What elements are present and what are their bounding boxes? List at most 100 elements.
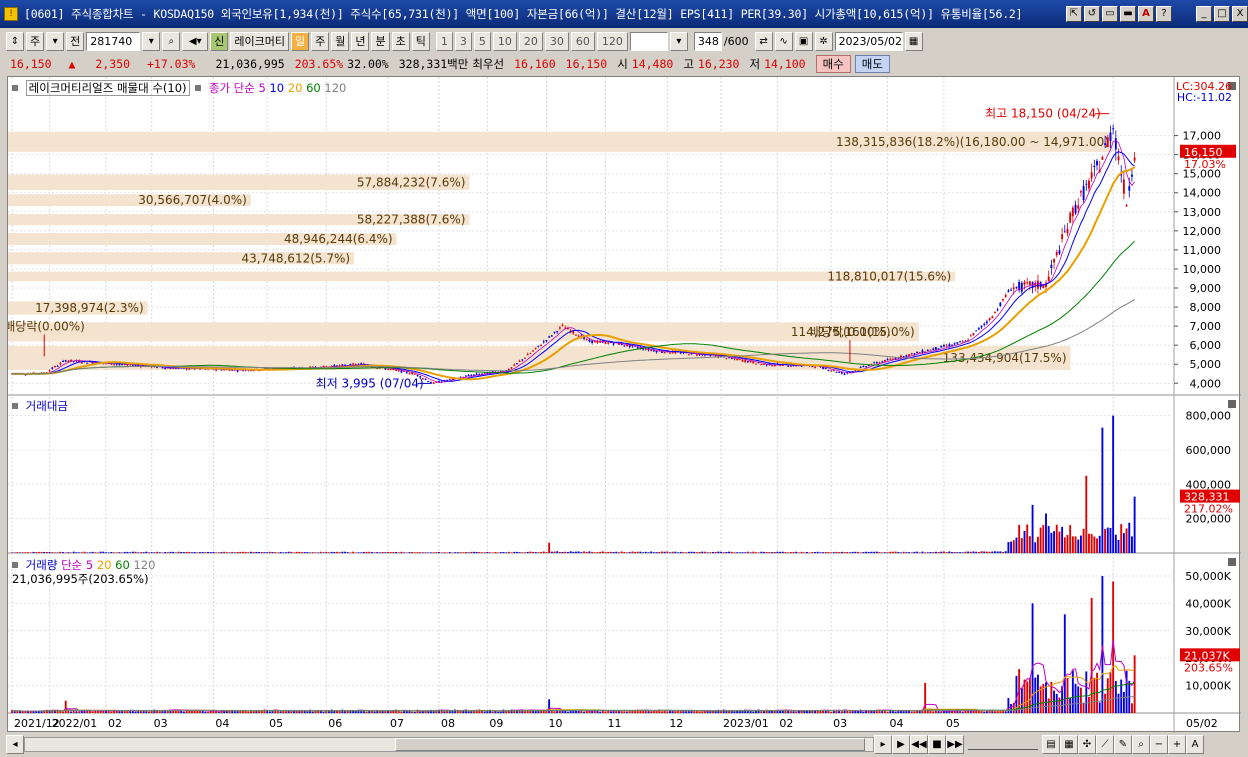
interval-10[interactable]: 10 <box>492 31 517 51</box>
pin-icon[interactable]: ⇕ <box>6 31 24 51</box>
amount-bar <box>832 552 835 553</box>
amount-bar <box>650 551 653 553</box>
amount-bar <box>225 552 228 553</box>
interval-60[interactable]: 60 <box>570 31 595 51</box>
amount-bar <box>62 552 64 553</box>
amount-bar <box>290 551 293 553</box>
period-week[interactable]: 주 <box>311 31 330 51</box>
indicator-icon[interactable]: ∿ <box>774 31 793 51</box>
link-icon[interactable]: ⇱ <box>1066 6 1082 22</box>
interval-20[interactable]: 20 <box>518 31 543 51</box>
interval-1[interactable]: 1 <box>435 31 453 51</box>
interval-5[interactable]: 5 <box>473 31 491 51</box>
amount-bar <box>199 552 201 553</box>
dropdown-arrow-icon[interactable]: ▾ <box>669 31 688 51</box>
volume-bar <box>1117 693 1120 713</box>
panel-menu-icon[interactable] <box>12 403 18 409</box>
calendar-icon[interactable]: ▦ <box>904 31 923 51</box>
zoom-out-icon[interactable]: − <box>1150 734 1168 754</box>
scroll-right-icon[interactable]: ▸ <box>874 734 892 754</box>
amount-bar <box>985 551 988 553</box>
speaker-icon[interactable]: ◀▾ <box>182 31 209 51</box>
prev-button[interactable]: 전 <box>66 31 85 51</box>
magnify-icon[interactable]: ⌕ <box>1132 734 1150 754</box>
interval-3[interactable]: 3 <box>454 31 472 51</box>
amount-bar <box>663 551 666 553</box>
period-year[interactable]: 년 <box>351 31 370 51</box>
period-tick[interactable]: 틱 <box>411 31 430 51</box>
compare-icon[interactable]: ⇄ <box>754 31 773 51</box>
candle-body <box>975 330 978 332</box>
period-minute[interactable]: 분 <box>371 31 390 51</box>
stock-type-select[interactable]: 주 <box>26 31 45 51</box>
layout-icon[interactable]: ▤ <box>1042 734 1060 754</box>
candle-body <box>435 381 438 383</box>
scroll-left-icon[interactable]: ◂ <box>6 734 24 754</box>
candle-body <box>604 341 607 344</box>
settings-icon[interactable]: ✲ <box>814 31 833 51</box>
minimize-button[interactable]: _ <box>1196 6 1212 22</box>
candle-body <box>910 353 913 355</box>
new-label[interactable]: 신 <box>210 31 229 51</box>
speed-slider[interactable] <box>968 738 1038 750</box>
trendline-icon[interactable]: ⟋ <box>1096 734 1114 754</box>
stock-chart[interactable]: 2021/122022/01 02 03 04 05 06 07 08 09 10 11 12 2023… <box>8 77 1241 733</box>
amount-bar <box>37 551 40 553</box>
scroll-thumb[interactable] <box>395 737 865 751</box>
volume-bar <box>1122 691 1125 713</box>
chart-area[interactable]: 2021/12 2022/01 02 03 04 05 06 07 08 09 10 11 12 2023… <box>7 76 1241 733</box>
maximize-button[interactable]: □ <box>1214 6 1230 22</box>
panel-menu-icon[interactable] <box>195 85 202 91</box>
period-month[interactable]: 월 <box>331 31 350 51</box>
amount-bar <box>204 552 207 553</box>
sell-button[interactable]: 매도 <box>854 55 890 73</box>
font-icon[interactable]: A <box>1138 6 1154 22</box>
amount-bar <box>1082 528 1085 553</box>
play-icon[interactable]: ▶ <box>892 734 910 754</box>
save-icon[interactable]: ▣ <box>794 31 813 51</box>
rewind-icon[interactable]: ◀◀ <box>910 734 928 754</box>
help-icon[interactable]: ? <box>1156 6 1172 22</box>
fast-forward-icon[interactable]: ▶▶ <box>946 734 964 754</box>
window-icon[interactable]: ▭ <box>1102 6 1118 22</box>
amount-bar <box>142 552 145 553</box>
panel-menu-icon[interactable] <box>12 562 18 568</box>
scroll-track[interactable] <box>24 736 874 752</box>
font-size-icon[interactable]: A <box>1186 734 1204 754</box>
candle-body <box>1079 191 1082 193</box>
pencil-icon[interactable]: ✎ <box>1114 734 1132 754</box>
period-second[interactable]: 초 <box>391 31 410 51</box>
crosshair-icon[interactable]: ✣ <box>1078 734 1096 754</box>
stop-icon[interactable]: ■ <box>928 734 946 754</box>
buy-button[interactable]: 매수 <box>815 55 851 73</box>
date-input[interactable]: 2023/05/02 <box>834 31 903 51</box>
grid-icon[interactable]: ▦ <box>1060 734 1078 754</box>
dropdown-arrow-icon[interactable]: ▾ <box>142 31 161 51</box>
minimize-panel-icon[interactable]: ▬ <box>1120 6 1136 22</box>
interval-custom-input[interactable] <box>629 31 668 51</box>
refresh-icon[interactable]: ↺ <box>1084 6 1100 22</box>
candle-body <box>999 302 1002 307</box>
count-input[interactable]: 348 <box>693 31 722 51</box>
amount-bar <box>341 551 344 553</box>
dropdown-arrow-icon[interactable]: ▾ <box>46 31 65 51</box>
low-price: 14,100 <box>764 57 806 71</box>
x-axis-label: 03 <box>154 717 168 730</box>
amount-bar <box>658 551 661 553</box>
amount-bar <box>481 552 483 553</box>
interval-30[interactable]: 30 <box>544 31 569 51</box>
amount-bar <box>368 551 371 553</box>
amount-bar <box>424 552 427 553</box>
amount-bar <box>1131 536 1133 553</box>
amount-bar <box>824 552 827 553</box>
search-icon[interactable]: ⌕ <box>162 31 181 51</box>
close-button[interactable]: X <box>1232 6 1248 22</box>
panel-menu-icon[interactable] <box>12 85 18 91</box>
y-axis-label: 13,000 <box>1183 206 1222 219</box>
interval-120[interactable]: 120 <box>596 31 628 51</box>
amount-bar <box>870 551 873 553</box>
stock-code-input[interactable]: 281740 <box>86 31 141 51</box>
zoom-in-icon[interactable]: + <box>1168 734 1186 754</box>
period-day[interactable]: 일 <box>290 31 310 51</box>
amount-bar <box>886 552 889 553</box>
